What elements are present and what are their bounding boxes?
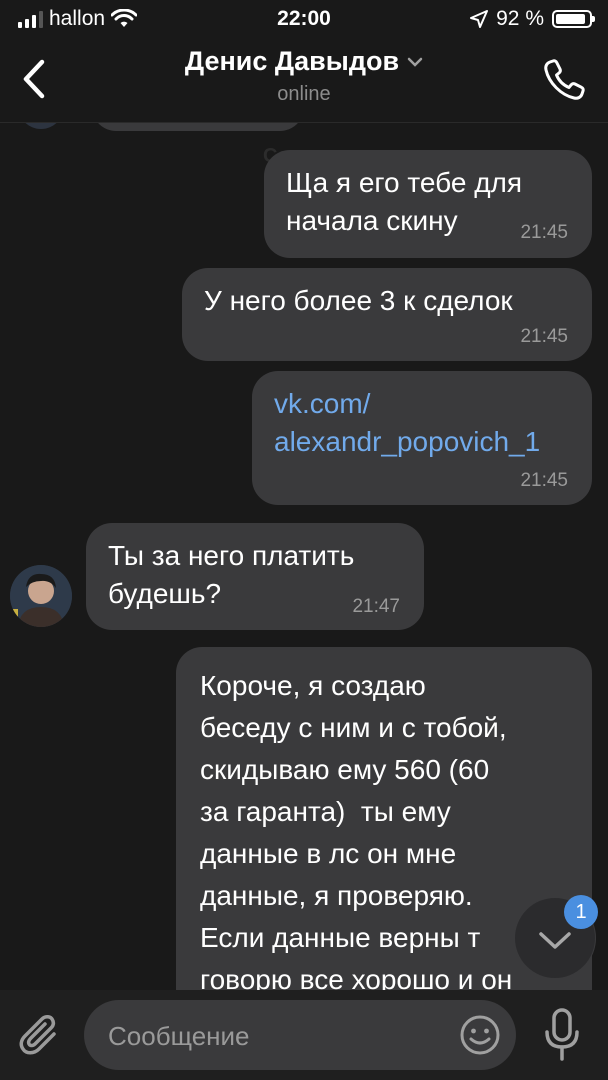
- message-input-placeholder: Сообщение: [108, 1021, 250, 1051]
- previous-avatar: [18, 123, 64, 129]
- microphone-icon[interactable]: [542, 1008, 582, 1062]
- emoji-smile-icon[interactable]: [458, 1013, 502, 1057]
- battery-icon: [552, 10, 595, 28]
- status-right: 92 %: [470, 7, 595, 31]
- composer-bar: Сообщение: [0, 990, 608, 1080]
- online-status: online: [277, 83, 331, 105]
- contact-name[interactable]: Денис Давыдов: [185, 46, 399, 77]
- message-text: Ты за него платить будешь?: [108, 540, 355, 609]
- message-text: Короче, я создаю беседу с ним и с тобой,…: [200, 670, 513, 990]
- unread-badge: 1: [564, 895, 598, 929]
- chevron-down-icon[interactable]: [407, 56, 423, 68]
- message-time: 21:45: [520, 470, 568, 491]
- phone-call-icon[interactable]: [540, 56, 588, 104]
- message-bubble-outgoing[interactable]: vk.com/ alexandr_popovich_1 21:45: [252, 371, 592, 505]
- message-bubble-incoming[interactable]: Ты за него платить будешь? 21:47: [86, 523, 424, 630]
- message-time: 21:45: [520, 222, 568, 243]
- message-link[interactable]: vk.com/ alexandr_popovich_1: [274, 385, 540, 461]
- message-list[interactable]: Сегодня Ща я его тебе для начала скину 2…: [0, 123, 608, 990]
- message-bubble-outgoing[interactable]: У него более 3 к сделок 21:45: [182, 268, 592, 361]
- location-arrow-icon: [470, 10, 489, 28]
- message-bubble-outgoing[interactable]: Ща я его тебе для начала скину 21:45: [264, 150, 592, 258]
- message-time: 21:47: [352, 596, 400, 617]
- previous-message-bubble: [92, 123, 304, 131]
- contact-title[interactable]: Денис Давыдов online: [0, 46, 608, 106]
- message-text: У него более 3 к сделок: [204, 285, 513, 316]
- message-text: Ща я его тебе для начала скину: [286, 167, 523, 236]
- message-input[interactable]: Сообщение: [84, 1000, 516, 1070]
- chat-header: Денис Давыдов online: [0, 40, 608, 123]
- status-bar: hallon 22:00 92 %: [0, 0, 608, 40]
- contact-avatar[interactable]: [10, 565, 72, 627]
- message-time: 21:45: [520, 326, 568, 347]
- paperclip-icon[interactable]: [18, 1012, 66, 1060]
- battery-percent: 92 %: [496, 7, 544, 30]
